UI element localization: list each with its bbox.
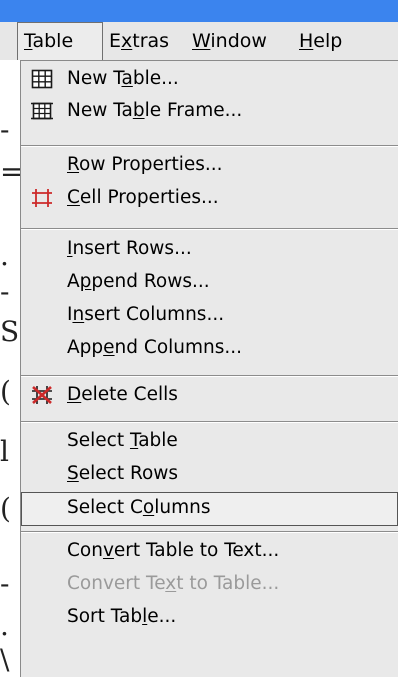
menu-item-append-rows[interactable]: Append Rows... [21,266,398,298]
menu-table[interactable]: Table [17,22,103,60]
menu-item-label: Select Rows [67,463,179,484]
menu-item-label: Insert Columns... [67,304,225,325]
menu-separator [21,421,398,423]
menu-item-insert-columns[interactable]: Insert Columns... [21,299,398,331]
menu-separator [21,228,398,230]
menu-item-select-table[interactable]: Select Table [21,425,398,457]
delete-cells-icon [32,386,52,404]
menu-item-convert-table-to-text[interactable]: Convert Table to Text... [21,535,398,567]
cell-properties-icon [32,189,52,207]
menu-item-new-table[interactable]: New Table... [21,63,398,95]
background-text-fragment: . [0,612,9,640]
background-text-fragment: ( [0,495,11,523]
menu-item-label: New Table... [67,68,179,89]
background-text-fragment: ( [0,378,11,406]
menu-item-label: Sort Table... [67,606,177,627]
window-title-bar [0,0,398,22]
menu-extras[interactable]: Extras [103,22,175,60]
menu-help-label: Help [299,30,343,52]
menu-help[interactable]: Help [293,22,348,60]
menu-item-label: Delete Cells [67,384,178,405]
background-text-fragment: . [0,242,9,270]
menu-item-sort-table[interactable]: Sort Table... [21,601,398,633]
table-grid-icon [31,69,53,89]
background-text-fragment: - [0,278,10,306]
menu-item-row-properties[interactable]: Row Properties... [21,149,398,181]
menu-item-convert-text-to-table: Convert Text to Table... [21,568,398,600]
menu-window[interactable]: Window [186,22,273,60]
menu-bar: Table Extras Window Help [0,22,398,61]
menu-item-label: Convert Table to Text... [67,540,280,561]
menu-item-label: Select Columns [67,497,211,518]
menu-separator [21,145,398,147]
menu-window-label: Window [192,30,267,52]
menu-item-label: Insert Rows... [67,238,192,259]
menu-item-label: Row Properties... [67,154,223,175]
table-dropdown-menu: New Table... New Table Frame... Row Prop… [20,60,398,677]
menu-item-label: Cell Properties... [67,187,219,208]
background-text-fragment: = [0,158,20,186]
menu-item-label: New Table Frame... [67,100,243,121]
document-background: - = . - S ( l ( - . \ [0,60,20,677]
menu-item-label: Append Columns... [67,337,243,358]
menu-separator [21,531,398,533]
background-text-fragment: - [0,116,10,144]
table-frame-icon [31,102,53,120]
menu-item-label: Convert Text to Table... [67,573,280,594]
menu-item-select-columns[interactable]: Select Columns [21,492,398,526]
menu-item-select-rows[interactable]: Select Rows [21,458,398,490]
menu-table-label: Table [24,30,74,52]
menu-extras-label: Extras [109,30,170,52]
background-text-fragment: S [0,318,20,346]
menu-item-new-table-frame[interactable]: New Table Frame... [21,95,398,127]
menu-item-cell-properties[interactable]: Cell Properties... [21,182,398,214]
background-text-fragment: l [0,438,9,466]
menu-item-delete-cells[interactable]: Delete Cells [21,379,398,411]
menu-item-label: Select Table [67,430,178,451]
menu-item-label: Append Rows... [67,271,210,292]
menu-item-insert-rows[interactable]: Insert Rows... [21,233,398,265]
menu-item-append-columns[interactable]: Append Columns... [21,332,398,364]
menu-separator [21,375,398,377]
background-text-fragment: \ [0,646,10,674]
background-text-fragment: - [0,570,10,598]
